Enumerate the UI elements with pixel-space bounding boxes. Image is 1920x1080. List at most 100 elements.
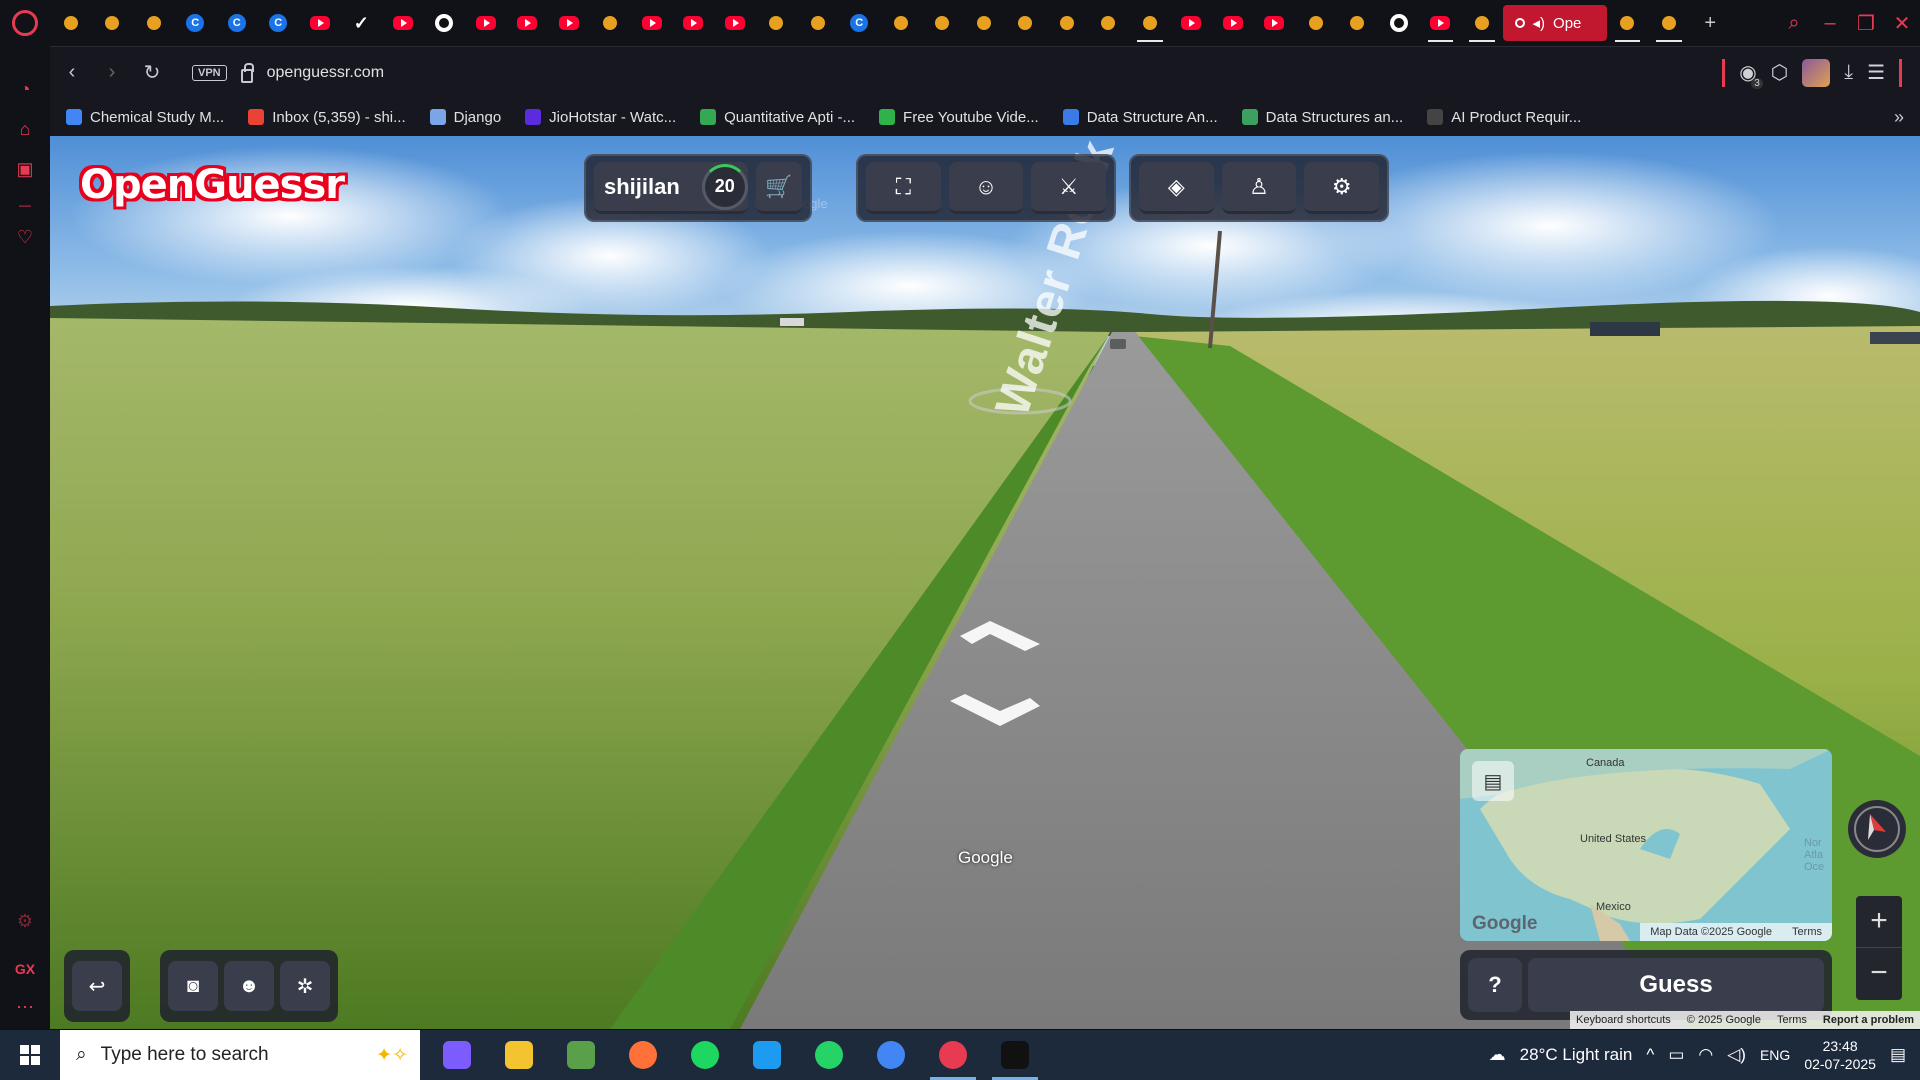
bookmark-item[interactable]: Chemical Study M... <box>66 109 224 126</box>
terms-link[interactable]: Terms <box>1777 1014 1807 1026</box>
firefox-app[interactable] <box>612 1030 674 1080</box>
url-field[interactable]: openguessr.com <box>267 64 384 82</box>
maps-button[interactable]: ◈ <box>1139 162 1214 214</box>
bookmark-item[interactable]: JioHotstar - Watc... <box>525 109 676 126</box>
bag-icon[interactable]: ⌂ <box>12 116 38 142</box>
bookmark-item[interactable]: Data Structures an... <box>1241 109 1403 126</box>
map-expand-button[interactable]: ▤ <box>1472 761 1514 801</box>
shop-button[interactable]: 🛒 <box>755 162 802 214</box>
leaderboard-button[interactable]: ⛶ <box>866 162 941 214</box>
bookmark-item[interactable]: Quantitative Apti -... <box>700 109 855 126</box>
tab-6[interactable] <box>299 0 341 46</box>
extension-icon[interactable]: ⚙ <box>12 908 38 934</box>
copilot-app[interactable] <box>426 1030 488 1080</box>
clock[interactable]: 23:48 02-07-2025 <box>1804 1037 1876 1073</box>
spotify-app[interactable] <box>674 1030 736 1080</box>
tab-30[interactable] <box>1295 0 1337 46</box>
tab-23[interactable] <box>1005 0 1047 46</box>
heart-icon[interactable]: ♡ <box>12 224 38 250</box>
chevron-up-icon[interactable]: ^ <box>1646 1045 1654 1065</box>
report-problem-link[interactable]: Report a problem <box>1823 1014 1914 1026</box>
notepad-app[interactable] <box>550 1030 612 1080</box>
bookmark-item[interactable]: Data Structure An... <box>1062 109 1218 126</box>
tab-9[interactable] <box>424 0 466 46</box>
more-icon[interactable]: ⋯ <box>12 994 38 1020</box>
tab-34[interactable] <box>1461 0 1503 46</box>
avatar[interactable] <box>1802 58 1831 87</box>
tab-active-openguessr[interactable]: ◂) Ope <box>1502 5 1607 41</box>
bookmark-item[interactable]: Inbox (5,359) - shi... <box>248 109 406 126</box>
close-button[interactable]: ✕ <box>1884 11 1920 36</box>
guess-minimap[interactable]: ▤ Canada United States Mexico Nor Atla O… <box>1460 749 1832 941</box>
tab-25[interactable] <box>1088 0 1130 46</box>
zoom-out-button[interactable]: − <box>1856 948 1902 1000</box>
tab-8[interactable] <box>382 0 424 46</box>
tab-10[interactable] <box>465 0 507 46</box>
lock-icon[interactable] <box>240 62 254 83</box>
battle-button[interactable]: ⚔ <box>1031 162 1107 214</box>
chrome-app[interactable] <box>860 1030 922 1080</box>
tab-14[interactable] <box>631 0 673 46</box>
map-terms-link[interactable]: Terms <box>1792 926 1822 938</box>
tab-22[interactable] <box>963 0 1005 46</box>
battery-icon[interactable]: ▭ <box>1668 1045 1684 1065</box>
twitter-app[interactable] <box>736 1030 798 1080</box>
whatsapp-app[interactable] <box>798 1030 860 1080</box>
notifications-icon[interactable]: ◉ 3 <box>1739 60 1763 89</box>
zoom-in-button[interactable]: + <box>1856 896 1902 948</box>
tab-20[interactable] <box>880 0 922 46</box>
tab-after-0[interactable] <box>1607 0 1649 46</box>
tab-0[interactable] <box>50 0 92 46</box>
weather-icon[interactable]: ☁ <box>1489 1045 1506 1065</box>
tab-after-1[interactable] <box>1648 0 1690 46</box>
bookmark-item[interactable]: Free Youtube Vide... <box>879 109 1039 126</box>
opera-gx-app[interactable] <box>922 1030 984 1080</box>
guess-button[interactable]: Guess <box>1528 958 1824 1012</box>
tab-32[interactable] <box>1378 0 1420 46</box>
undo-button[interactable]: ↩ <box>72 961 122 1011</box>
tab-4[interactable]: C <box>216 0 258 46</box>
profile-button[interactable]: ♙ <box>1221 162 1297 214</box>
discord-button[interactable]: ◙ <box>168 961 218 1011</box>
reload-button[interactable]: ↻ <box>134 55 170 91</box>
tab-13[interactable] <box>590 0 632 46</box>
tab-33[interactable] <box>1420 0 1462 46</box>
search-tabs-icon[interactable]: ⌕ <box>1776 12 1812 35</box>
bookmarks-more-icon[interactable]: » <box>1894 107 1904 128</box>
taskbar-search[interactable]: ⌕ Type here to search ✦✧ <box>60 1030 420 1080</box>
bluesky-button[interactable]: ✲ <box>280 961 330 1011</box>
tab-3[interactable]: C <box>175 0 217 46</box>
extensions-icon[interactable]: ⬡ <box>1771 60 1788 85</box>
tab-27[interactable] <box>1171 0 1213 46</box>
compass-icon[interactable] <box>1848 800 1906 858</box>
tab-28[interactable] <box>1212 0 1254 46</box>
tab-21[interactable] <box>922 0 964 46</box>
user-profile-button[interactable]: shijilan 20 <box>594 162 748 214</box>
bookmark-item[interactable]: AI Product Requir... <box>1427 109 1581 126</box>
multiplayer-button[interactable]: ☺ <box>948 162 1024 214</box>
tab-7[interactable]: ✓ <box>341 0 383 46</box>
tab-1[interactable] <box>92 0 134 46</box>
minimize-button[interactable]: – <box>1812 12 1848 35</box>
menu-icon[interactable]: ☰ <box>1867 60 1885 85</box>
tab-16[interactable] <box>714 0 756 46</box>
tab-18[interactable] <box>797 0 839 46</box>
reddit-button[interactable]: ☻ <box>224 961 274 1011</box>
street-view-panorama[interactable]: OpenGuessr © 2024 Google Walter Rock Rd … <box>50 136 1920 1029</box>
back-button[interactable]: ‹ <box>54 55 90 91</box>
notifications-icon[interactable]: ▤ <box>1890 1045 1906 1065</box>
tab-29[interactable] <box>1254 0 1296 46</box>
bookmark-item[interactable]: Django <box>429 109 501 126</box>
tab-24[interactable] <box>1046 0 1088 46</box>
speed-dial-icon[interactable]: ◔ <box>12 76 38 102</box>
download-icon[interactable]: ⤓ <box>1844 61 1853 84</box>
restore-button[interactable]: ❐ <box>1848 11 1884 36</box>
capcut-app[interactable] <box>984 1030 1046 1080</box>
help-button[interactable]: ? <box>1468 958 1522 1012</box>
gx-icon[interactable]: GX <box>12 956 38 982</box>
tab-31[interactable] <box>1337 0 1379 46</box>
keyboard-shortcuts-link[interactable]: Keyboard shortcuts <box>1576 1014 1671 1026</box>
tab-17[interactable] <box>756 0 798 46</box>
calendar-icon[interactable]: ▣ <box>12 156 38 182</box>
file-explorer-app[interactable] <box>488 1030 550 1080</box>
